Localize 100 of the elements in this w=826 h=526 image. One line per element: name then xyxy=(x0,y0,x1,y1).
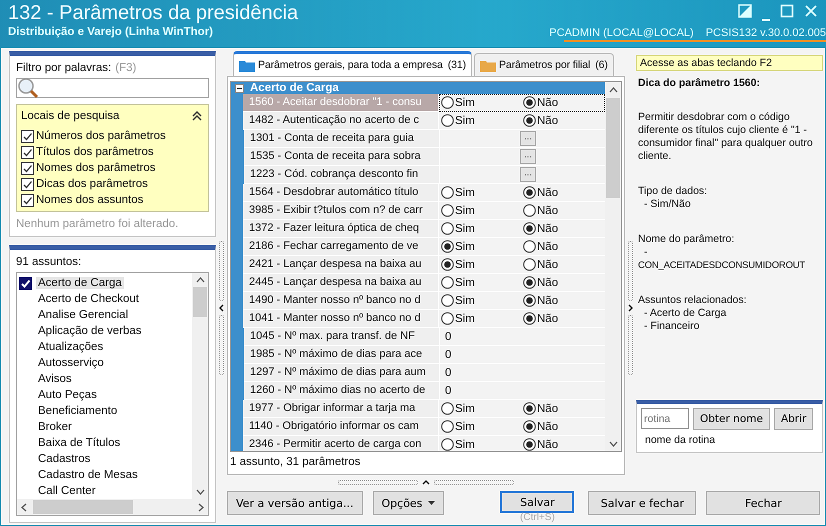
parameter-name[interactable]: 2421 - Lançar despesa na baixa au xyxy=(243,256,439,274)
radio-button[interactable]: Não xyxy=(523,402,605,415)
checkbox[interactable] xyxy=(21,130,34,142)
search-field[interactable] xyxy=(16,78,209,98)
radio-button[interactable]: Sim xyxy=(441,294,523,307)
radio-button[interactable]: Não xyxy=(523,240,605,253)
splitter-grip[interactable] xyxy=(434,480,514,484)
button[interactable]: Obter nome xyxy=(693,408,770,430)
radio-button[interactable]: Sim xyxy=(441,96,523,109)
scrollbar[interactable] xyxy=(605,82,621,451)
radio-button[interactable]: Não xyxy=(523,204,605,217)
scroll-thumb[interactable] xyxy=(193,287,207,317)
radio-button[interactable]: Não xyxy=(523,186,605,199)
radio-button[interactable]: Sim xyxy=(441,258,523,271)
radio-button[interactable]: Não xyxy=(523,294,605,307)
radio-button[interactable]: Sim xyxy=(441,204,523,217)
group-header[interactable]: Acerto de Carga xyxy=(231,82,605,94)
scroll-thumb[interactable] xyxy=(606,98,620,198)
list-item[interactable]: Auto Peças xyxy=(36,389,99,401)
list-item[interactable]: Acerto de Checkout xyxy=(36,293,142,305)
parameter-name[interactable]: 1482 - Autenticação no acerto de c xyxy=(243,112,439,130)
parameter-name[interactable]: 1977 - Obrigar informar a tarja ma xyxy=(243,400,439,418)
radio-button[interactable]: Sim xyxy=(441,186,523,199)
list-item[interactable]: Autosserviço xyxy=(36,357,106,369)
radio-button[interactable]: Sim xyxy=(441,276,523,289)
splitter-grip[interactable] xyxy=(628,315,633,375)
radio-button[interactable]: Não xyxy=(523,276,605,289)
radio-button[interactable]: Sim xyxy=(441,114,523,127)
checkbox[interactable] xyxy=(21,194,34,206)
list-item[interactable]: Aplicação de verbas xyxy=(36,325,144,337)
browse-button[interactable]: ··· xyxy=(520,131,536,146)
button[interactable]: Fechar xyxy=(706,491,820,515)
list-item[interactable]: Avisos xyxy=(36,373,74,385)
splitter-grip[interactable] xyxy=(219,241,224,301)
radio-button[interactable]: Não xyxy=(523,312,605,325)
radio-button[interactable]: Não xyxy=(523,258,605,271)
splitter-grip[interactable] xyxy=(628,241,633,301)
button[interactable]: Salvar e fechar xyxy=(588,491,696,515)
radio-button[interactable]: Não xyxy=(523,438,605,451)
parameter-name[interactable]: 1301 - Conta de receita para guia xyxy=(244,130,440,148)
radio-button[interactable]: Não xyxy=(523,96,605,109)
checkbox[interactable] xyxy=(21,178,34,190)
parameter-name[interactable]: 1041 - Manter nosso nº banco no d xyxy=(243,310,439,328)
radio-button[interactable]: Sim xyxy=(441,240,523,253)
parameter-name[interactable]: 1564 - Desdobrar automático título xyxy=(243,184,439,202)
radio-button[interactable]: Sim xyxy=(441,312,523,325)
splitter-grip[interactable] xyxy=(219,315,224,375)
button[interactable]: Salvar xyxy=(500,491,574,513)
checkbox[interactable] xyxy=(19,276,32,290)
browse-button[interactable]: ··· xyxy=(520,167,536,182)
parameter-name[interactable]: 1372 - Fazer leitura óptica de cheq xyxy=(243,220,439,238)
parameter-name[interactable]: 1260 - Nº máximo dias no acerto de xyxy=(244,382,440,400)
tab[interactable]: Parâmetros gerais, para toda a empresa (31) xyxy=(233,51,472,76)
notice-banner: Acesse as abas teclando F2 xyxy=(636,55,823,71)
parameter-name[interactable]: 1140 - Obrigatório informar os cam xyxy=(243,418,439,436)
scrollbar[interactable] xyxy=(17,499,208,515)
parameter-name[interactable]: 1985 - Nº máximo de dias para ace xyxy=(244,346,440,364)
checkbox[interactable] xyxy=(21,146,34,158)
parameter-name[interactable]: 1223 - Cód. cobrança desconto fin xyxy=(244,166,440,184)
routine-field[interactable]: rotina xyxy=(641,408,689,429)
button[interactable]: Ver a versão antiga... xyxy=(227,491,362,515)
collapse-icon[interactable] xyxy=(192,111,202,121)
detail-text: - Financeiro xyxy=(643,320,700,333)
group-title: Acerto de Carga xyxy=(250,82,339,94)
button[interactable]: Abrir xyxy=(774,408,814,430)
parameter-name[interactable]: 2186 - Fechar carregamento de ve xyxy=(243,238,439,256)
list-item[interactable]: Beneficiamento xyxy=(36,405,120,417)
parameter-name[interactable]: 2445 - Lançar despesa na baixa au xyxy=(243,274,439,292)
check-icon xyxy=(22,162,33,174)
radio-button[interactable]: Sim xyxy=(441,402,523,415)
radio-button[interactable]: Não xyxy=(523,114,605,127)
parameter-name[interactable]: 1297 - Nº máximo de dias para aum xyxy=(244,364,440,382)
list-item[interactable]: Cadastro de Mesas xyxy=(36,469,140,481)
list-item[interactable]: Call Center xyxy=(36,485,98,497)
restore-icon xyxy=(738,4,752,18)
scrollbar[interactable] xyxy=(192,273,208,499)
list-item[interactable]: Analise Gerencial xyxy=(36,309,130,321)
parameter-name[interactable]: 2346 - Permitir acerto de carga con xyxy=(243,436,439,451)
list-item[interactable]: Atualizações xyxy=(36,341,106,353)
radio-button[interactable]: Não xyxy=(523,222,605,235)
scroll-thumb[interactable] xyxy=(33,500,133,514)
parameter-name[interactable]: 1490 - Manter nosso nº banco no d xyxy=(243,292,439,310)
list-item[interactable]: Baixa de Títulos xyxy=(36,437,122,449)
detail-text: - Sim/Não xyxy=(643,198,692,211)
parameter-name[interactable]: 1535 - Conta de receita para sobra xyxy=(244,148,440,166)
list-item[interactable]: Broker xyxy=(36,421,74,433)
list-item[interactable]: Acerto de Carga xyxy=(36,277,124,289)
radio-button[interactable]: Sim xyxy=(441,222,523,235)
button[interactable]: Opções xyxy=(372,491,444,515)
browse-button[interactable]: ··· xyxy=(520,149,536,164)
radio-button[interactable]: Não xyxy=(523,420,605,433)
radio-button[interactable]: Sim xyxy=(441,438,523,451)
list-item[interactable]: Cadastros xyxy=(36,453,92,465)
parameter-name[interactable]: 1045 - Nº max. para transf. de NF xyxy=(244,328,440,346)
checkbox[interactable] xyxy=(21,162,34,174)
parameter-name[interactable]: 3985 - Exibir t?tulos com n? de carr xyxy=(243,202,439,220)
radio-button[interactable]: Sim xyxy=(441,420,523,433)
tab[interactable]: Parâmetros por filial (6) xyxy=(474,53,614,76)
window-subtitle: Distribuição e Varejo (Linha WinThor) xyxy=(8,26,214,38)
splitter-grip[interactable] xyxy=(338,480,418,484)
